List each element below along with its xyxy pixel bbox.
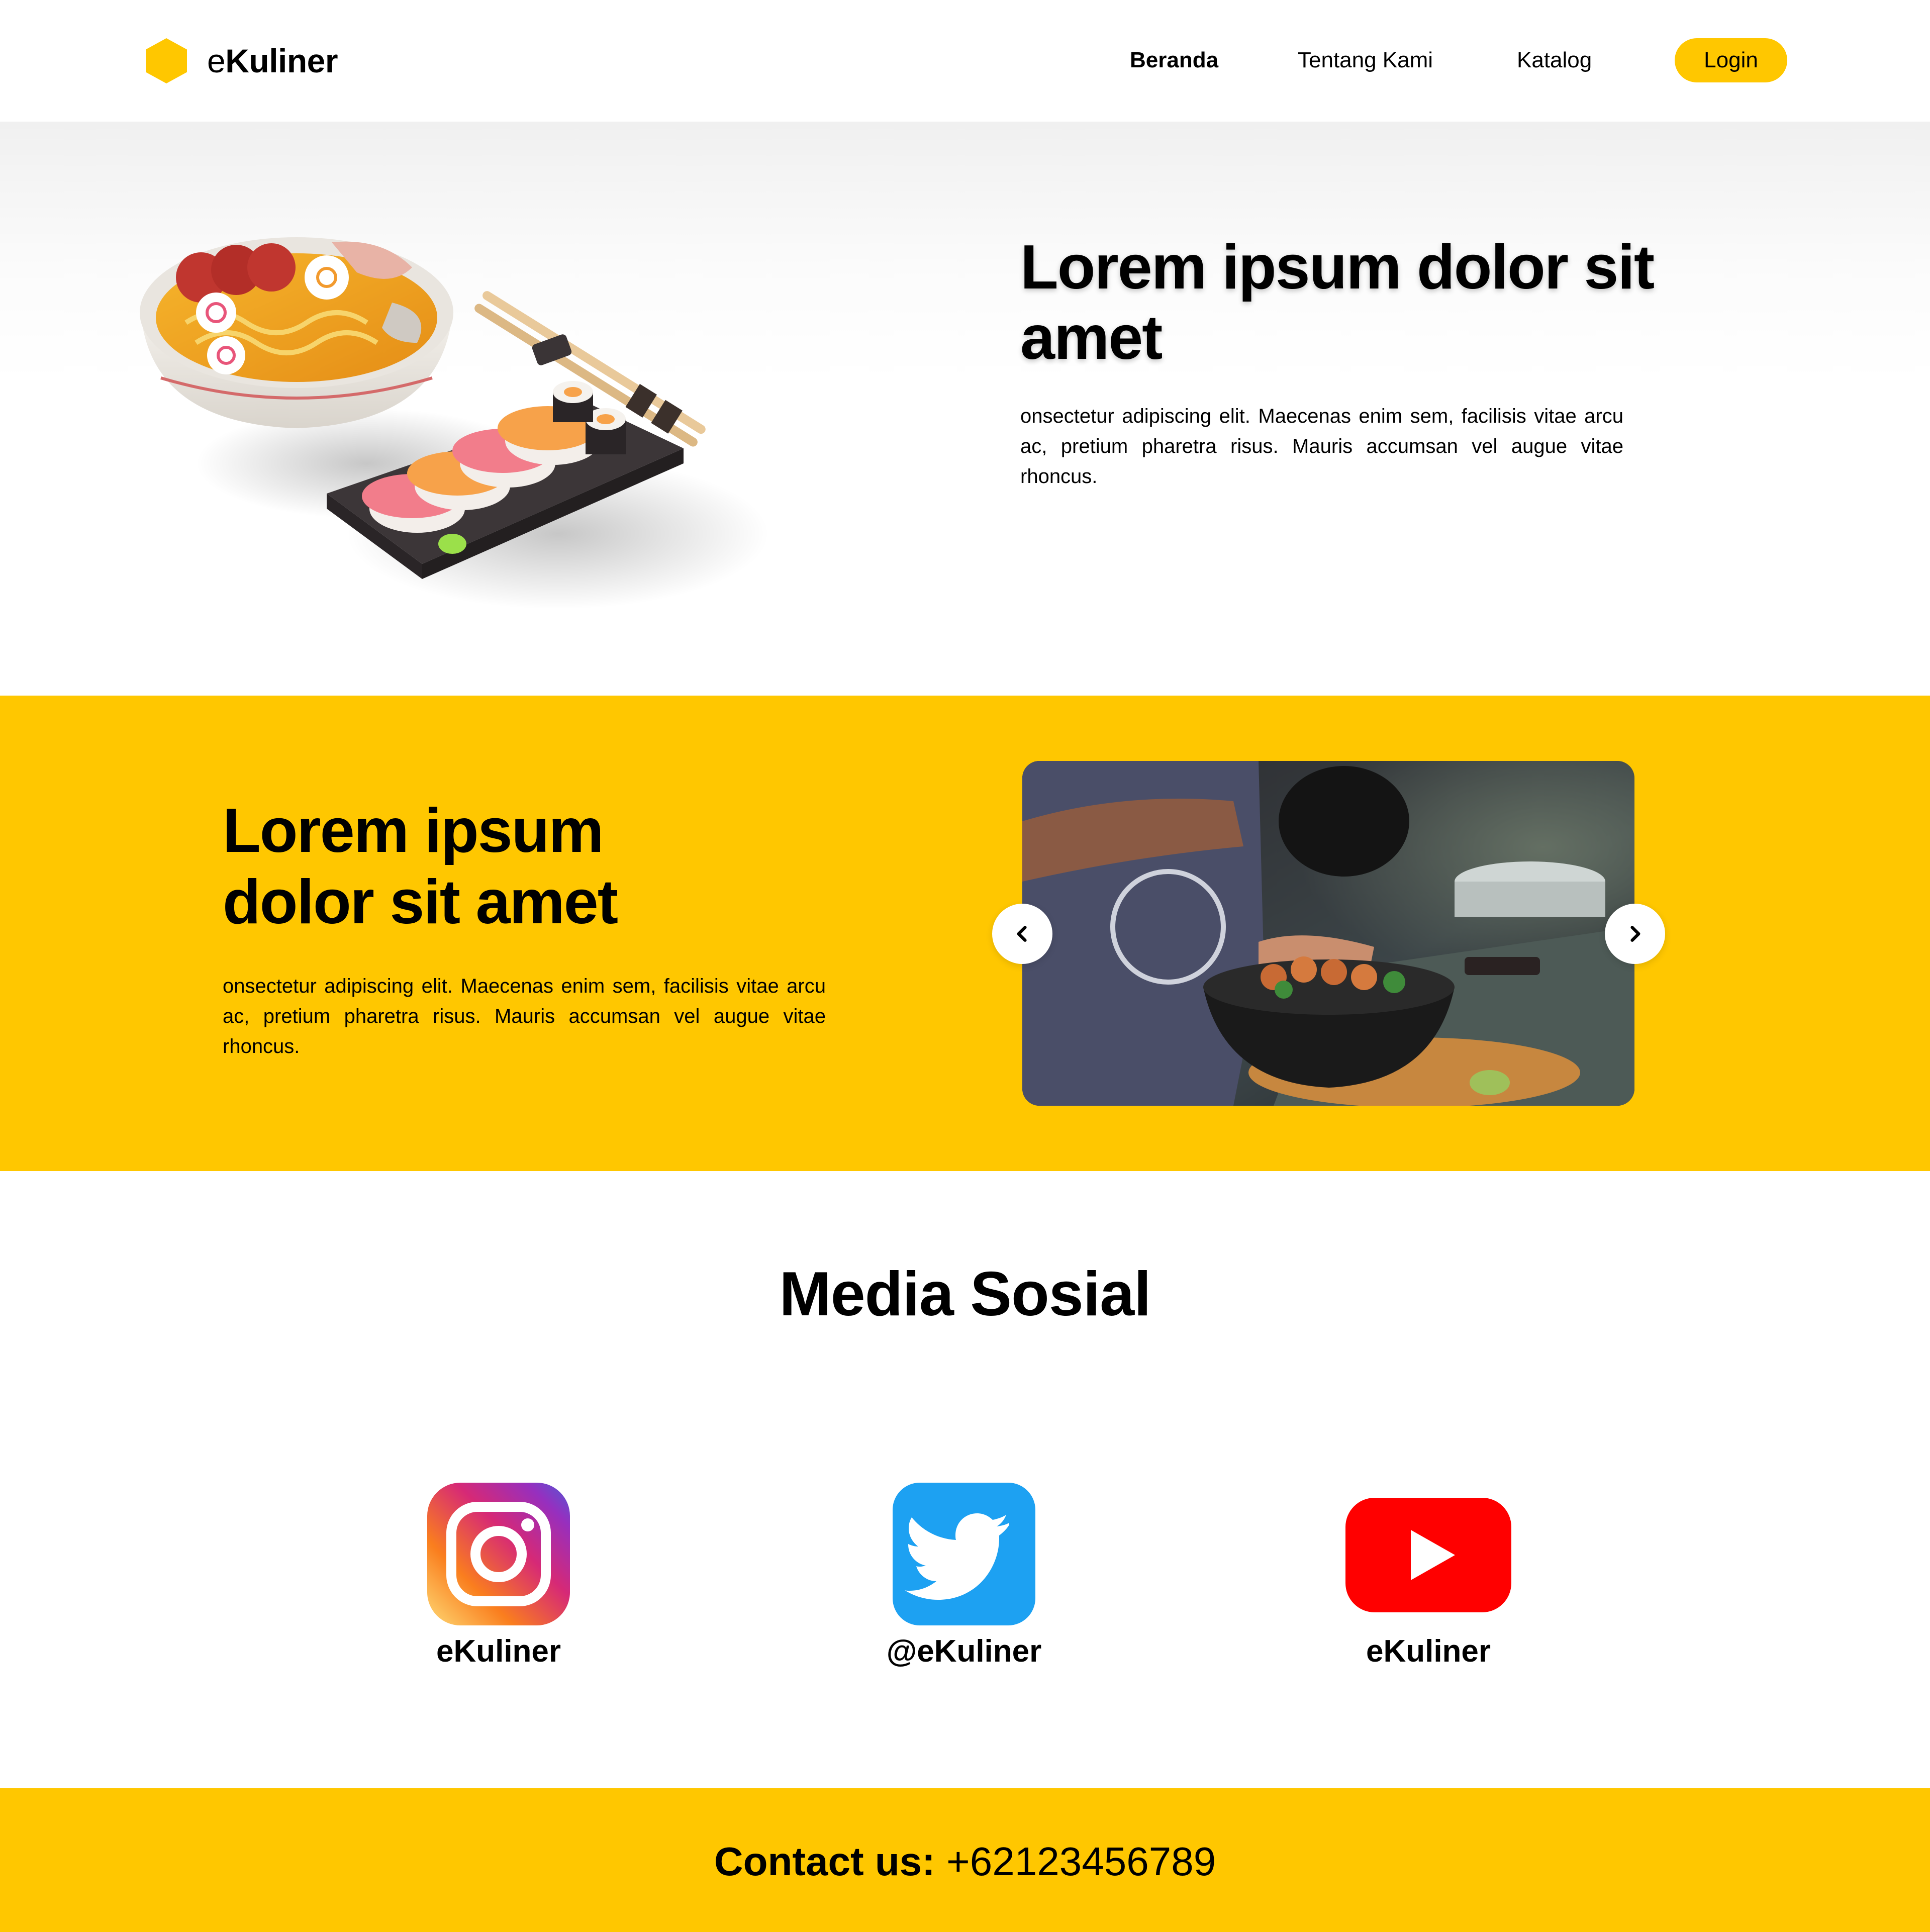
ramen-bowl (140, 237, 453, 428)
youtube-handle: eKuliner (1366, 1634, 1491, 1669)
instagram-icon (427, 1483, 570, 1625)
login-button[interactable]: Login (1675, 38, 1787, 82)
hero-section: Lorem ipsum dolor sit amet onsectetur ad… (0, 122, 1930, 696)
youtube-icon (1345, 1498, 1511, 1612)
hero-title: Lorem ipsum dolor sit amet (1020, 233, 1655, 372)
contact-label: Contact us: (714, 1839, 935, 1884)
nav-link-katalog[interactable]: Katalog (1517, 46, 1592, 74)
twitter-icon (893, 1483, 1035, 1625)
feature-title: Lorem ipsum dolor sit amet (223, 796, 618, 937)
brand-logo[interactable]: eKuliner (146, 38, 338, 83)
social-section-title: Media Sosial (779, 1260, 1151, 1329)
hexagon-logo-icon (146, 38, 187, 83)
footer: Contact us: +62123456789 (0, 1788, 1930, 1932)
contact-info: Contact us: +62123456789 (0, 1838, 1930, 1886)
nav-link-tentang-kami[interactable]: Tentang Kami (1298, 46, 1433, 74)
carousel-next-button[interactable] (1605, 904, 1665, 964)
carousel-image[interactable] (1022, 761, 1634, 1106)
hero-description: onsectetur adipiscing elit. Maecenas eni… (1020, 405, 1623, 488)
nav-link-beranda[interactable]: Beranda (1130, 46, 1218, 74)
social-item-instagram[interactable]: eKuliner (358, 1483, 639, 1669)
carousel-prev-button[interactable] (992, 904, 1052, 964)
chevron-right-icon (1630, 926, 1640, 942)
feature-section: Lorem ipsum dolor sit amet onsectetur ad… (0, 696, 1930, 1171)
chef-plating-photo (1022, 761, 1634, 1106)
contact-phone[interactable]: +62123456789 (946, 1839, 1216, 1884)
social-item-youtube[interactable]: eKuliner (1288, 1483, 1569, 1669)
chevron-left-icon (1017, 926, 1027, 942)
brand-wordmark: Kuliner (225, 42, 338, 79)
brand-name: eKuliner (207, 42, 338, 80)
brand-prefix: e (207, 42, 226, 79)
social-item-twitter[interactable]: @eKuliner (823, 1483, 1105, 1669)
twitter-handle: @eKuliner (886, 1634, 1042, 1669)
navbar: eKuliner Beranda Tentang Kami Katalog Lo… (0, 0, 1930, 122)
instagram-handle: eKuliner (436, 1634, 561, 1669)
ramen-sushi-illustration (140, 237, 769, 609)
feature-description: onsectetur adipiscing elit. Maecenas eni… (223, 975, 826, 1057)
